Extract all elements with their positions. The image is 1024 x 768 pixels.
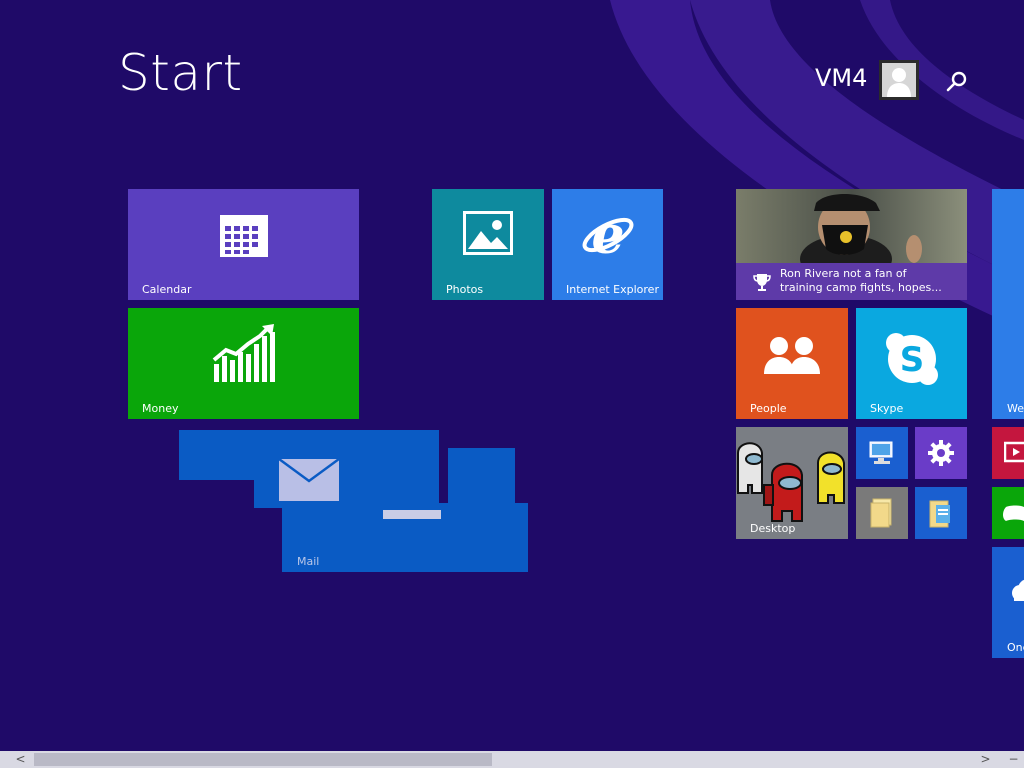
chart-icon	[212, 324, 275, 382]
mail-progress-bar	[383, 510, 441, 519]
calendar-icon	[220, 215, 268, 257]
video-icon	[1004, 441, 1024, 463]
user-name[interactable]: VM4	[815, 66, 867, 90]
envelope-icon	[279, 459, 339, 501]
svg-text:e: e	[591, 205, 624, 265]
tile-label: Desktop	[750, 522, 796, 535]
tile-internet-explorer[interactable]: e Internet Explorer	[552, 189, 663, 300]
tile-label: Mail	[297, 555, 320, 568]
scroll-thumb[interactable]	[34, 753, 492, 766]
tile-calendar[interactable]: Calendar	[128, 189, 359, 300]
tile-label: We	[1007, 402, 1024, 415]
tile-label: One	[1007, 641, 1024, 654]
tile-label: Internet Explorer	[566, 283, 659, 296]
news-headline-line1: Ron Rivera not a fan of	[780, 267, 907, 280]
people-icon	[764, 337, 820, 374]
cloud-icon	[1012, 579, 1024, 601]
page-title: Start	[118, 44, 243, 102]
tile-label: People	[750, 402, 787, 415]
tile-pc-settings[interactable]	[915, 427, 967, 479]
news-headline: Ron Rivera not a fan of training camp fi…	[780, 267, 960, 295]
documents-icon	[929, 500, 950, 528]
tile-people[interactable]: People	[736, 308, 848, 419]
skype-icon: S	[886, 333, 938, 385]
ie-logo-icon: e	[582, 205, 634, 265]
svg-text:S: S	[900, 340, 925, 380]
news-photo	[736, 189, 967, 263]
horizontal-scrollbar[interactable]: < > −	[0, 751, 1024, 768]
zoom-out-button[interactable]: −	[1005, 751, 1022, 768]
tile-label: Money	[142, 402, 179, 415]
tile-mail[interactable]: Mail	[282, 503, 528, 572]
trophy-icon	[753, 274, 771, 291]
tile-this-pc[interactable]	[856, 427, 908, 479]
picture-icon	[463, 211, 513, 255]
scroll-left-button[interactable]: <	[12, 751, 29, 768]
scroll-right-button[interactable]: >	[977, 751, 994, 768]
tile-sports-news[interactable]: Ron Rivera not a fan of training camp fi…	[736, 189, 967, 300]
tile-photos[interactable]: Photos	[432, 189, 544, 300]
tile-money[interactable]: Money	[128, 308, 359, 419]
search-button[interactable]	[944, 68, 970, 94]
tile-label: Skype	[870, 402, 904, 415]
gear-icon	[928, 440, 954, 466]
gamepad-icon	[1003, 505, 1024, 521]
tile-video[interactable]	[992, 427, 1024, 479]
tile-desktop[interactable]: Desktop	[736, 427, 848, 539]
tile-documents[interactable]	[915, 487, 967, 539]
tile-file-explorer[interactable]	[856, 487, 908, 539]
news-headline-line2: training camp fights, hopes...	[780, 281, 942, 294]
tile-weather[interactable]: We	[992, 189, 1024, 419]
folder-icon	[870, 498, 892, 528]
tile-mail-fragment-right[interactable]	[448, 448, 515, 508]
tile-skype[interactable]: S Skype	[856, 308, 967, 419]
search-icon	[946, 71, 967, 92]
avatar[interactable]	[879, 60, 919, 100]
tile-label: Calendar	[142, 283, 192, 296]
tile-label: Photos	[446, 283, 484, 296]
tile-onedrive[interactable]: One	[992, 547, 1024, 658]
computer-icon	[869, 441, 893, 464]
tile-games[interactable]	[992, 487, 1024, 539]
user-icon	[879, 60, 919, 100]
